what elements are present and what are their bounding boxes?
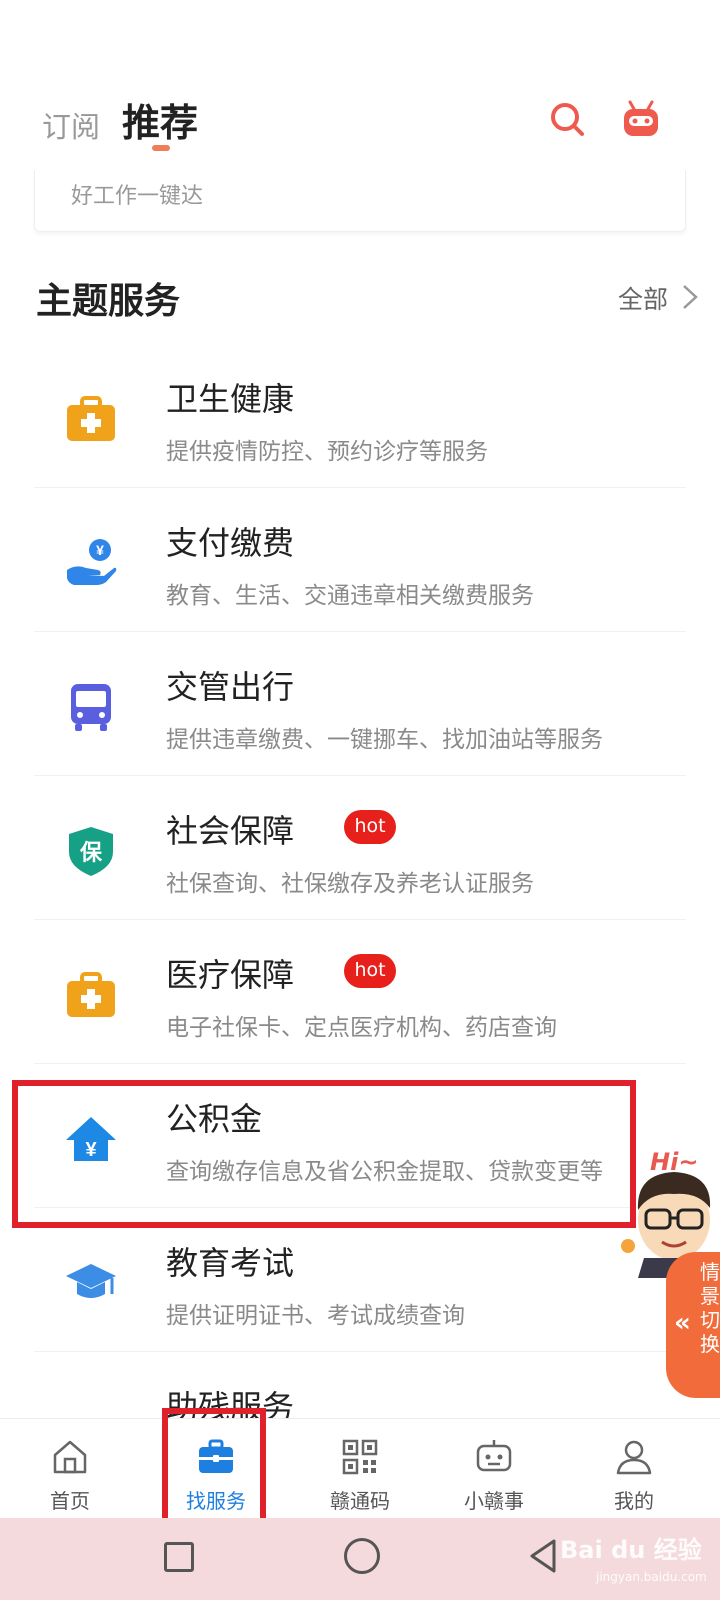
service-title: 教育考试 — [166, 1244, 295, 1282]
hot-badge: hot — [344, 810, 396, 844]
home-icon — [53, 1440, 87, 1474]
tab-mine[interactable]: 我的 — [574, 1419, 694, 1519]
bottom-tab-bar: 首页 找服务 赣通码 小赣事 我的 — [0, 1418, 720, 1518]
back-icon[interactable] — [528, 1538, 558, 1574]
app-screen: 订阅 推荐 好工作一键达 主题服务 全部 卫生健康 提供疫情防控、预约诊疗等服务 — [0, 0, 720, 1600]
robot-icon[interactable] — [620, 100, 662, 138]
scene-switch-button[interactable]: « 情景切换 — [666, 1252, 720, 1398]
service-title: 医疗保障 — [166, 956, 295, 994]
service-item-traffic[interactable]: 交管出行 提供违章缴费、一键挪车、找加油站等服务 — [34, 632, 686, 776]
service-item-education[interactable]: 教育考试 提供证明证书、考试成绩查询 — [34, 1208, 686, 1352]
service-title: 交管出行 — [166, 668, 295, 706]
tab-gantong-code[interactable]: 赣通码 — [300, 1419, 420, 1519]
search-placeholder: 好工作一键达 — [71, 184, 204, 209]
svg-text:¥: ¥ — [96, 542, 104, 558]
bus-icon — [71, 684, 111, 731]
tab-label: 赣通码 — [330, 1489, 390, 1513]
search-input[interactable]: 好工作一键达 — [34, 170, 686, 232]
svg-text:保: 保 — [79, 841, 103, 866]
service-item-medical-insurance[interactable]: 医疗保障 hot 电子社保卡、定点医疗机构、药店查询 — [34, 920, 686, 1064]
service-item-health[interactable]: 卫生健康 提供疫情防控、预约诊疗等服务 — [34, 344, 686, 488]
tab-label: 首页 — [50, 1489, 90, 1513]
tab-xiaoganshi[interactable]: 小赣事 — [434, 1419, 554, 1519]
system-nav-bar: Bai du 经验 jingyan.baidu.com — [0, 1518, 720, 1600]
recent-apps-button[interactable] — [164, 1542, 194, 1572]
service-title: 卫生健康 — [166, 380, 295, 418]
tab-label: 我的 — [614, 1489, 654, 1513]
service-desc: 提供证明证书、考试成绩查询 — [166, 1303, 465, 1329]
highlight-box-find-service — [162, 1408, 266, 1536]
graduation-cap-icon — [66, 1264, 116, 1298]
shield-bao-icon: 保 — [69, 827, 113, 876]
section-title: 主题服务 — [36, 281, 181, 322]
active-tab-indicator — [152, 145, 170, 151]
service-item-payment[interactable]: ¥ 支付缴费 教育、生活、交通违章相关缴费服务 — [34, 488, 686, 632]
highlight-box-housing-fund — [12, 1080, 636, 1228]
service-desc: 社保查询、社保缴存及养老认证服务 — [166, 871, 534, 897]
watermark-logo: Bai du 经验 — [560, 1536, 702, 1564]
chevron-right-icon[interactable] — [680, 283, 700, 311]
tab-home[interactable]: 首页 — [10, 1419, 130, 1519]
payment-hand-icon: ¥ — [67, 539, 117, 585]
view-all-link[interactable]: 全部 — [618, 280, 668, 316]
service-desc: 教育、生活、交通违章相关缴费服务 — [166, 583, 534, 609]
scene-switch-label: 情景切换 — [700, 1260, 720, 1356]
tab-recommend[interactable]: 推荐 — [122, 92, 198, 147]
user-icon — [616, 1440, 652, 1475]
tab-subscribe[interactable]: 订阅 — [42, 104, 100, 146]
service-desc: 电子社保卡、定点医疗机构、药店查询 — [166, 1015, 557, 1041]
watermark-url: jingyan.baidu.com — [596, 1570, 707, 1584]
medical-kit-icon — [67, 972, 115, 1017]
hot-badge: hot — [344, 954, 396, 988]
medical-kit-icon — [67, 396, 115, 441]
home-button[interactable] — [344, 1538, 380, 1574]
service-title: 支付缴费 — [166, 524, 295, 562]
robot-icon — [476, 1440, 512, 1472]
service-title: 社会保障 — [166, 812, 295, 850]
service-item-social-security[interactable]: 保 社会保障 hot 社保查询、社保缴存及养老认证服务 — [34, 776, 686, 920]
search-icon[interactable] — [548, 100, 586, 138]
qr-code-icon — [342, 1439, 378, 1475]
service-desc: 提供疫情防控、预约诊疗等服务 — [166, 439, 488, 465]
double-chevron-left-icon: « — [674, 1308, 691, 1338]
service-desc: 提供违章缴费、一键挪车、找加油站等服务 — [166, 727, 603, 753]
tab-label: 小赣事 — [464, 1489, 524, 1513]
